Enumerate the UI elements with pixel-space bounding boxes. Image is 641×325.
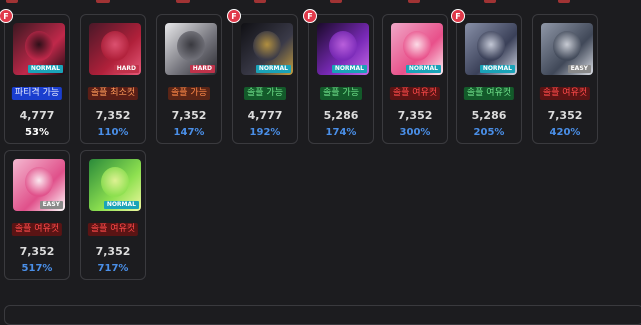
boss-value: 4,777 [19, 109, 55, 122]
boss-portrait: NORMAL [317, 23, 369, 75]
boss-value: 7,352 [397, 109, 433, 122]
clear-status-badge: 파티격 가능 [11, 87, 63, 100]
ratio-percent: 717% [97, 263, 129, 274]
boss-portrait: HARD [165, 23, 217, 75]
difficulty-label: NORMAL [331, 65, 367, 73]
boss-card[interactable]: NORMAL F 솔플 가능 4,777 192% [227, 9, 298, 144]
boss-portrait: NORMAL [89, 159, 141, 211]
boss-portrait: NORMAL [465, 23, 517, 75]
clear-status-badge: 솔플 가능 [168, 87, 210, 100]
boss-card[interactable]: NORMAL F 솔플 여유컷 5,286 205% [451, 9, 522, 144]
boss-portrait: EASY [541, 23, 593, 75]
clear-status-badge: 솔플 여유컷 [463, 87, 515, 100]
ratio-percent: 174% [325, 127, 357, 138]
ratio-percent: 517% [21, 263, 53, 274]
boss-card[interactable]: NORMAL F 파티격 가능 4,777 53% [0, 9, 70, 144]
boss-value: 7,352 [19, 245, 55, 258]
difficulty-label: NORMAL [255, 65, 291, 73]
boss-card[interactable]: NORMAL 솔플 여유컷 7,352 300% [382, 14, 448, 144]
favorite-badge: F [0, 9, 13, 23]
boss-card[interactable]: NORMAL F 솔플 가능 5,286 174% [303, 9, 374, 144]
ratio-percent: 110% [97, 127, 129, 138]
difficulty-label: HARD [113, 65, 139, 73]
previous-row-edge [0, 0, 641, 6]
difficulty-label: HARD [189, 65, 215, 73]
clear-status-badge: 솔플 최소컷 [87, 87, 139, 100]
boss-value: 7,352 [95, 245, 131, 258]
clear-status-badge: 솔플 여유컷 [539, 87, 591, 100]
boss-card[interactable]: EASY 솔플 여유컷 7,352 517% [4, 150, 70, 280]
boss-card[interactable]: HARD 솔플 최소컷 7,352 110% [80, 14, 146, 144]
boss-value: 7,352 [547, 109, 583, 122]
boss-card[interactable]: HARD 솔플 가능 7,352 147% [156, 14, 222, 144]
boss-portrait: NORMAL [13, 23, 65, 75]
boss-value: 7,352 [95, 109, 131, 122]
favorite-badge: F [227, 9, 241, 23]
difficulty-label: EASY [567, 65, 591, 73]
clear-status-badge: 솔플 여유컷 [389, 87, 441, 100]
ratio-percent: 53% [25, 127, 49, 138]
favorite-badge: F [303, 9, 317, 23]
boss-value: 7,352 [171, 109, 207, 122]
favorite-badge: F [451, 9, 465, 23]
boss-portrait: HARD [89, 23, 141, 75]
ratio-percent: 147% [173, 127, 205, 138]
difficulty-label: NORMAL [103, 201, 139, 209]
boss-value: 5,286 [323, 109, 359, 122]
clear-status-badge: 솔플 여유컷 [87, 223, 139, 236]
boss-card[interactable]: EASY 솔플 여유컷 7,352 420% [532, 14, 598, 144]
clear-status-badge: 솔플 가능 [320, 87, 362, 100]
difficulty-label: EASY [39, 201, 63, 209]
ratio-percent: 205% [473, 127, 505, 138]
boss-value: 4,777 [247, 109, 283, 122]
next-section-panel [4, 305, 641, 325]
boss-portrait: NORMAL [241, 23, 293, 75]
ratio-percent: 300% [399, 127, 431, 138]
difficulty-label: NORMAL [479, 65, 515, 73]
difficulty-label: NORMAL [405, 65, 441, 73]
ratio-percent: 192% [249, 127, 281, 138]
ratio-percent: 420% [549, 127, 581, 138]
clear-status-badge: 솔플 가능 [244, 87, 286, 100]
clear-status-badge: 솔플 여유컷 [11, 223, 63, 236]
boss-portrait: EASY [13, 159, 65, 211]
boss-card[interactable]: NORMAL 솔플 여유컷 7,352 717% [80, 150, 146, 280]
boss-value: 5,286 [471, 109, 507, 122]
boss-portrait: NORMAL [391, 23, 443, 75]
difficulty-label: NORMAL [27, 65, 63, 73]
